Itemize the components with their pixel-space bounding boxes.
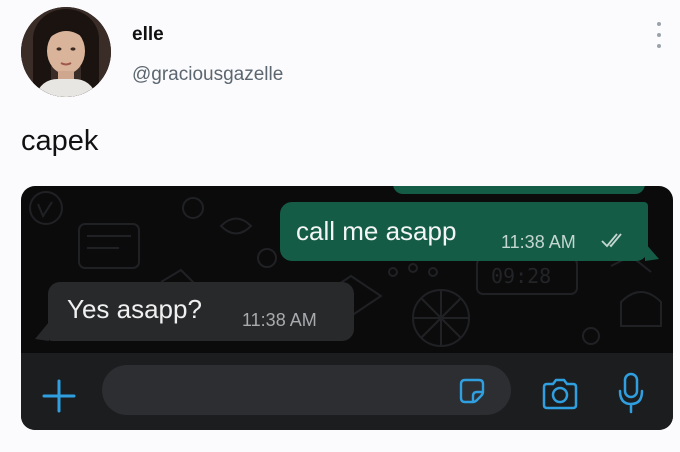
incoming-message-text: Yes asapp?	[67, 294, 202, 324]
double-check-icon	[601, 233, 622, 248]
svg-text:09:28: 09:28	[491, 264, 551, 288]
outgoing-message-bubble[interactable]: call me asapp 11:38 AM	[280, 202, 648, 261]
incoming-message-time: 11:38 AM	[242, 310, 317, 330]
profile-avatar[interactable]	[21, 7, 111, 97]
more-options-icon[interactable]	[651, 22, 667, 48]
message-input-field[interactable]	[102, 365, 511, 415]
plus-icon[interactable]	[41, 378, 77, 414]
microphone-icon[interactable]	[617, 371, 645, 415]
camera-icon[interactable]	[540, 377, 580, 411]
sticker-icon[interactable]	[458, 377, 486, 405]
outgoing-bubble-tail	[645, 243, 659, 261]
message-input-bar	[21, 353, 673, 430]
incoming-message-bubble[interactable]: Yes asapp? 11:38 AM	[48, 282, 354, 341]
chat-screenshot: 09:28 call me asapp 11:38 AM Yes asapp? …	[21, 186, 673, 430]
post-text: capek	[21, 125, 99, 157]
outgoing-message-time: 11:38 AM	[501, 232, 576, 252]
display-name[interactable]: elle	[132, 24, 164, 46]
incoming-bubble-tail	[35, 322, 49, 341]
previous-message-bubble	[393, 186, 645, 194]
user-handle[interactable]: @graciousgazelle	[132, 64, 283, 86]
outgoing-message-text: call me asapp	[296, 216, 457, 246]
